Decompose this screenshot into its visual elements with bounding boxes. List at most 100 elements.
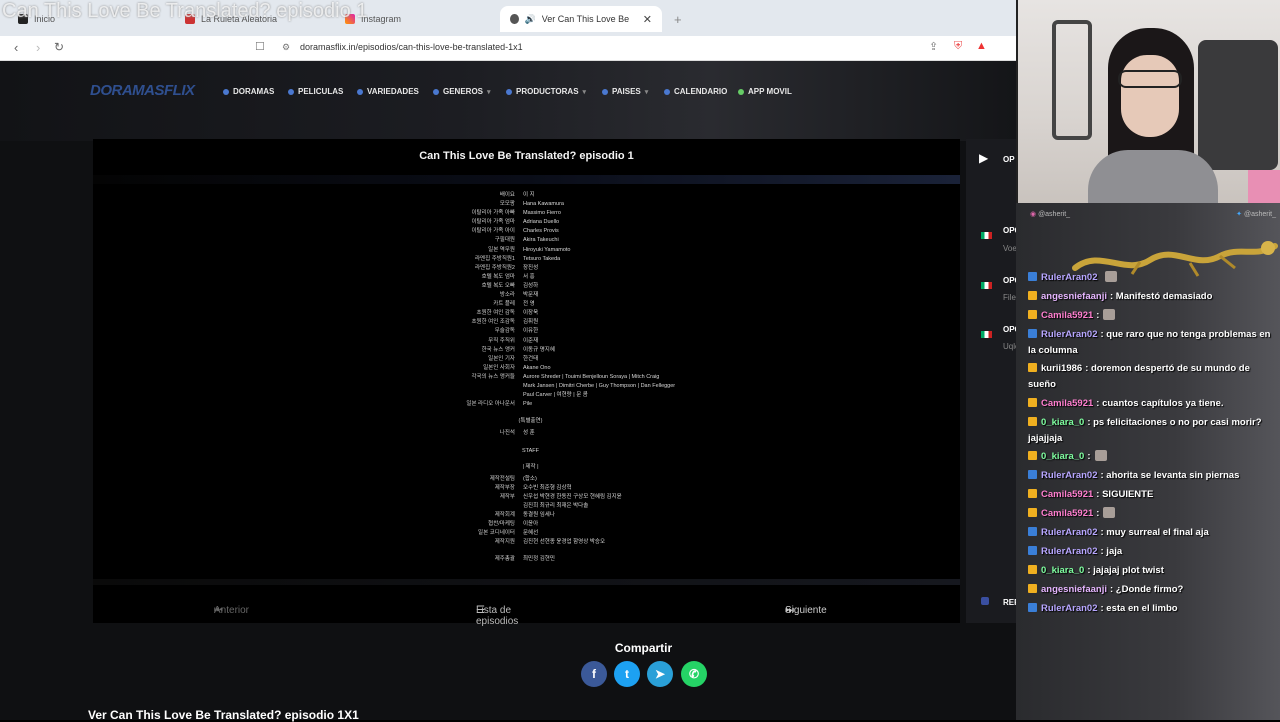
credit-row: 김진희 최규리 최재은 박다솔 <box>453 502 753 511</box>
mexico-flag-icon <box>981 232 992 239</box>
credit-role <box>453 502 523 511</box>
browser-tab-active[interactable]: 🔊 Ver Can This Love Be Translated ✕ <box>500 6 662 32</box>
chat-message: angesniefaanji: ¿Donde firmo? <box>1028 582 1278 598</box>
chat-username[interactable]: RulerAran02 <box>1041 603 1098 614</box>
credit-row: 제작회계 동결원 임세나 <box>453 511 753 520</box>
chat-username[interactable]: 0_kiara_0 <box>1041 565 1084 576</box>
play-icon[interactable]: ▶ <box>979 151 988 165</box>
chat-badge-icon <box>1028 603 1037 612</box>
bookmark-icon[interactable]: ☐ <box>255 40 265 53</box>
chat-badge-icon <box>1028 470 1037 479</box>
chat-text: : esta en el limbo <box>1100 603 1178 614</box>
chat-username[interactable]: angesniefaanji <box>1041 584 1107 595</box>
nav-generos[interactable]: GENEROS ▾ <box>433 87 491 96</box>
credit-row: 일본인 사회자 Akane Ono <box>453 364 753 373</box>
facebook-icon[interactable]: f <box>581 661 607 687</box>
credit-role: 제작지원 <box>494 539 515 546</box>
credit-role <box>453 391 523 400</box>
chat-badge-icon <box>1028 363 1037 372</box>
chat-username[interactable]: Camila5921 <box>1041 508 1093 519</box>
telegram-icon[interactable]: ➤ <box>647 661 673 687</box>
nav-peliculas[interactable]: PELICULAS <box>288 87 343 96</box>
mexico-flag-icon <box>981 331 992 338</box>
credit-row: 호텔 복도 오빠 김성하 <box>453 282 753 291</box>
chat-username[interactable]: angesniefaanji <box>1041 291 1107 302</box>
credit-row: 라멘집 주방직원1 Tetsuro Takeda <box>453 255 753 264</box>
share-page-icon[interactable]: ⇪ <box>929 40 938 53</box>
chat-badge-icon <box>1028 565 1037 574</box>
prev-label: Anterior <box>214 605 250 616</box>
webcam-chair <box>1052 20 1092 140</box>
chat-message: RulerAran02 <box>1028 270 1278 286</box>
credits-text: 배이요 이 지 모모팡 Hana Kawamura 이탈리아 가족 아빠 Massimo … <box>453 191 753 564</box>
nav-calendario[interactable]: CALENDARIO <box>664 87 727 96</box>
credit-row: 방소라 박문재 <box>453 291 753 300</box>
credit-role: 무직 주직위 <box>488 337 515 344</box>
nav-bullet-icon <box>357 88 363 95</box>
chat-text: : ahorita se levanta sin piernas <box>1100 470 1240 481</box>
chat-username[interactable]: 0_kiara_0 <box>1041 451 1084 462</box>
forward-icon[interactable]: › <box>36 40 40 55</box>
chat-username[interactable]: Camila5921 <box>1041 310 1093 321</box>
credit-name: 이동규 명지혜 <box>523 346 555 353</box>
credit-name: 신우섭 박현경 한동진 구상모 현혜림 김지윤 <box>523 493 622 500</box>
nav-bullet-icon <box>664 88 670 95</box>
chat-message: 0_kiara_0: <box>1028 449 1278 465</box>
nav-label: DORAMAS <box>233 87 275 96</box>
chat-username[interactable]: RulerAran02 <box>1041 272 1098 283</box>
site-logo[interactable]: DORAMASFLIX <box>90 82 195 99</box>
chat-username[interactable]: RulerAran02 <box>1041 546 1098 557</box>
credit-name: 최민정 김현민 <box>523 556 555 563</box>
chat-username[interactable]: RulerAran02 <box>1041 329 1098 340</box>
back-icon[interactable]: ‹ <box>14 40 18 55</box>
chat-badge-icon <box>1028 310 1037 319</box>
chat-badge-icon <box>1028 329 1037 338</box>
nav-productoras[interactable]: PRODUCTORAS ▾ <box>506 87 586 96</box>
credit-role: 방소라 <box>499 292 515 299</box>
chat-username[interactable]: RulerAran02 <box>1041 470 1098 481</box>
chat-message: angesniefaanji: Manifestó demasiado <box>1028 289 1278 305</box>
credit-role: 제작전설팀 <box>489 475 515 482</box>
nav-paises[interactable]: PAISES ▾ <box>602 87 648 96</box>
credit-role: 제작부장 <box>494 484 515 491</box>
credit-role: 이탈리아 가족 엄마 <box>471 219 515 226</box>
close-tab-icon[interactable]: ✕ <box>643 13 652 26</box>
chat-badge-icon <box>1028 584 1037 593</box>
report-icon <box>981 597 989 605</box>
webcam-equipment <box>1198 40 1278 170</box>
video-player[interactable]: Can This Love Be Translated? episodio 1 … <box>93 139 960 627</box>
site-info-icon[interactable]: ⚙ <box>282 42 290 53</box>
nav-app-movil[interactable]: APP MOVIL <box>738 87 792 96</box>
credit-name: 오수빈 최준형 김상혁 <box>523 484 572 491</box>
credit-row: 제작전설팀 (합소) <box>453 475 753 484</box>
nav-variedades[interactable]: VARIEDADES <box>357 87 419 96</box>
chat-text: : <box>1087 451 1091 462</box>
nav-doramas[interactable]: DORAMAS <box>223 87 274 96</box>
webcam-pink-object <box>1248 170 1280 203</box>
address-bar[interactable]: doramasflix.in/episodios/can-this-love-b… <box>300 42 523 52</box>
reload-icon[interactable]: ↻ <box>54 40 64 54</box>
chat-username[interactable]: kurii1986 <box>1041 363 1082 374</box>
chat-badge-icon <box>1028 398 1037 407</box>
chat-username[interactable]: 0_kiara_0 <box>1041 417 1084 428</box>
credit-name: Pile <box>523 401 533 408</box>
new-tab-button[interactable]: + <box>664 6 692 32</box>
chat-username[interactable]: RulerAran02 <box>1041 527 1098 538</box>
brave-shield-icon[interactable]: ⛨ <box>954 40 962 53</box>
twitter-icon[interactable]: t <box>614 661 640 687</box>
chat-text: : SIGUIENTE <box>1096 489 1154 500</box>
chat-username[interactable]: Camila5921 <box>1041 398 1093 409</box>
credit-role: 호텔 복도 엄마 <box>481 273 515 280</box>
player-progress-bar[interactable] <box>93 579 960 585</box>
production-label: | 제작 | <box>522 463 539 470</box>
rewards-icon[interactable]: ▲ <box>976 40 987 52</box>
chat-text: : cuantos capítulos ya tiene. <box>1096 398 1224 409</box>
chat-username[interactable]: Camila5921 <box>1041 489 1093 500</box>
chat-emote-icon <box>1094 450 1107 461</box>
credit-role: 이탈리아 가족 아빠 <box>471 210 515 217</box>
nav-label: CALENDARIO <box>674 87 728 96</box>
whatsapp-icon[interactable]: ✆ <box>681 661 707 687</box>
android-icon <box>738 88 744 95</box>
chat-badge-icon <box>1028 417 1037 426</box>
credit-row: 일본인 기자 한건태 <box>453 355 753 364</box>
